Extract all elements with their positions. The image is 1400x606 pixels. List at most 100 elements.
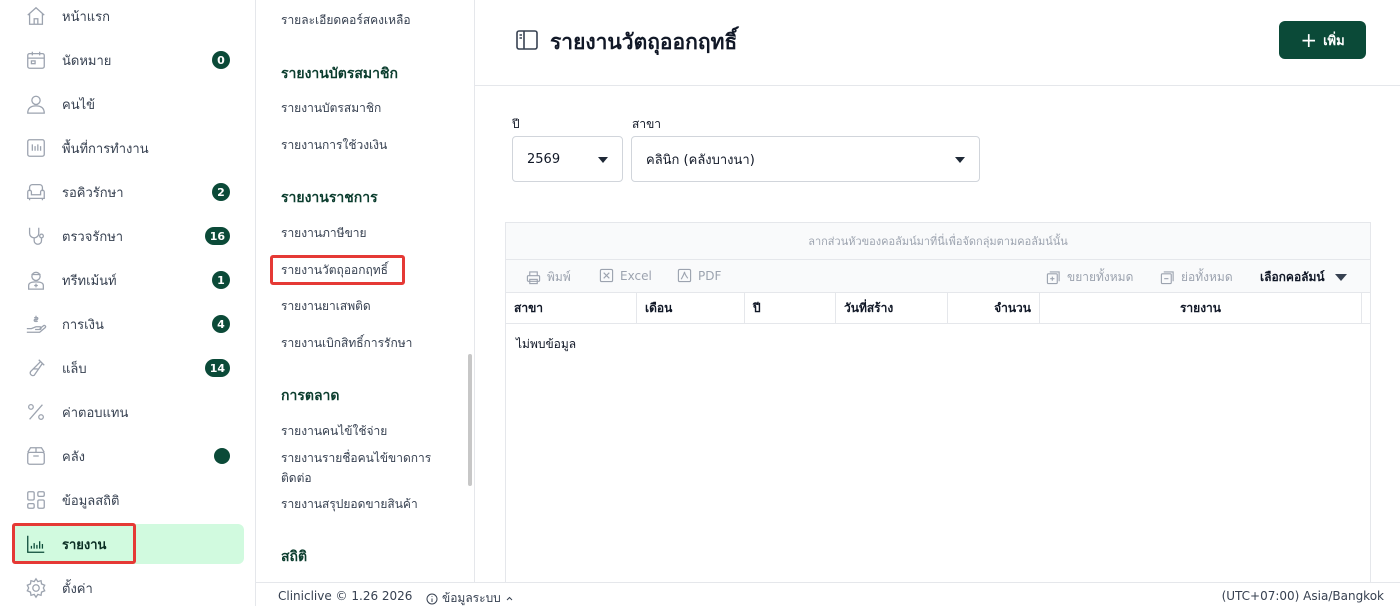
sidebar: หน้าแรก นัดหมาย 0 คนไข้ พื้นที่การทำงาน …: [0, 0, 256, 606]
branch-label: สาขา: [632, 117, 662, 131]
report-submenu: รายละเอียดคอร์สคงเหลือ รายงานบัตรสมาชิก …: [256, 0, 475, 582]
excel-export-button[interactable]: Excel: [599, 268, 652, 283]
page-header: รายงานวัตถุออกฤทธิ์ + เพิ่ม: [475, 0, 1400, 86]
group-drop-panel[interactable]: ลากส่วนหัวของคอลัมน์มาที่นี่เพื่อจัดกลุ่…: [506, 223, 1370, 260]
caret-down-icon: [1334, 274, 1347, 281]
submenu-section-title: สถิติ: [281, 549, 308, 565]
submenu-section-title: รายงานราชการ: [281, 190, 378, 206]
inventory-status-dot: [214, 448, 230, 464]
excel-label: Excel: [620, 268, 652, 283]
chevron-up-icon: [506, 596, 513, 601]
submenu-link-patient-spending[interactable]: รายงานคนไข้ใช้จ่าย: [281, 421, 456, 441]
submenu-link-credit-usage[interactable]: รายงานการใช้วงเงิน: [281, 135, 456, 155]
book-icon: [515, 29, 539, 51]
branch-value: คลินิก (คลังบางนา): [646, 152, 755, 168]
column-created-date[interactable]: วันที่สร้าง: [836, 293, 948, 323]
sidebar-item-inventory[interactable]: คลัง: [12, 436, 244, 476]
sidebar-item-appointments[interactable]: นัดหมาย 0: [12, 40, 244, 80]
group-hint: ลากส่วนหัวของคอลัมน์มาที่นี่เพื่อจัดกลุ่…: [808, 235, 1068, 248]
system-info-label: ข้อมูลระบบ: [442, 591, 501, 605]
sidebar-item-label: พื้นที่การทำงาน: [62, 141, 149, 157]
sidebar-item-reports[interactable]: รายงาน: [12, 524, 244, 564]
collapse-all-label: ย่อทั้งหมด: [1181, 270, 1233, 284]
sidebar-item-lab[interactable]: แล็บ 14: [12, 348, 244, 388]
workspace-icon: [12, 137, 60, 159]
sidebar-item-label: รายงาน: [62, 537, 107, 553]
column-quantity[interactable]: จำนวน: [948, 293, 1040, 323]
submenu-section-title: การตลาด: [281, 388, 340, 404]
pdf-icon: [677, 268, 692, 283]
collapse-icon: [1160, 271, 1174, 285]
sidebar-item-settings[interactable]: ตั้งค่า: [12, 568, 244, 606]
box-icon: [12, 445, 60, 467]
choose-columns-label: เลือกคอลัมน์: [1260, 270, 1325, 284]
collapse-all-button[interactable]: ย่อทั้งหมด: [1160, 268, 1233, 287]
main-content: รายงานวัตถุออกฤทธิ์ + เพิ่ม ปี 2569 สาขา…: [475, 0, 1400, 582]
column-branch[interactable]: สาขา: [506, 293, 637, 323]
sidebar-item-workspace[interactable]: พื้นที่การทำงาน: [12, 128, 244, 168]
empty-state-text: ไม่พบข้อมูล: [516, 337, 577, 351]
column-report[interactable]: รายงาน: [1040, 293, 1362, 323]
sidebar-item-label: ตั้งค่า: [62, 581, 93, 597]
add-button[interactable]: + เพิ่ม: [1279, 21, 1366, 59]
print-button[interactable]: พิมพ์: [526, 268, 571, 287]
percent-icon: [12, 401, 60, 423]
footer: Cliniclive © 1.26 2026 ข้อมูลระบบ (UTC+0…: [256, 582, 1400, 606]
submenu-link-membership[interactable]: รายงานบัตรสมาชิก: [281, 98, 456, 118]
sidebar-item-waiting-queue[interactable]: รอคิวรักษา 2: [12, 172, 244, 212]
sidebar-item-patients[interactable]: คนไข้: [12, 84, 244, 124]
report-chart-icon: [12, 533, 60, 555]
gear-icon: [12, 577, 60, 599]
user-icon: [12, 93, 60, 115]
timezone-text: (UTC+07:00) Asia/Bangkok: [1221, 589, 1384, 603]
money-hand-icon: [12, 313, 60, 335]
year-value: 2569: [527, 151, 561, 167]
finance-badge: 4: [212, 315, 230, 333]
system-info-link[interactable]: ข้อมูลระบบ: [426, 589, 514, 606]
sidebar-item-label: คนไข้: [62, 97, 96, 113]
grid-column-header: สาขา เดือน ปี วันที่สร้าง จำนวน รายงาน: [506, 293, 1370, 324]
sidebar-item-finance[interactable]: การเงิน 4: [12, 304, 244, 344]
column-year[interactable]: ปี: [745, 293, 836, 323]
examination-badge: 16: [204, 227, 230, 245]
year-label: ปี: [512, 117, 520, 131]
submenu-link-lost-contact[interactable]: รายงานรายชื่อคนไข้ขาดการติดต่อ: [281, 448, 456, 488]
submenu-link-narcotics[interactable]: รายงานยาเสพติด: [281, 296, 456, 316]
expand-all-button[interactable]: ขยายทั้งหมด: [1046, 268, 1133, 287]
expand-all-label: ขยายทั้งหมด: [1067, 270, 1134, 284]
expand-icon: [1046, 271, 1060, 285]
stethoscope-icon: [12, 225, 60, 247]
sidebar-item-compensation[interactable]: ค่าตอบแทน: [12, 392, 244, 432]
sidebar-item-label: ข้อมูลสถิติ: [62, 493, 120, 509]
column-month[interactable]: เดือน: [637, 293, 745, 323]
page-title: รายงานวัตถุออกฤทธิ์: [550, 30, 738, 54]
year-select[interactable]: 2569: [512, 136, 623, 182]
sidebar-item-home[interactable]: หน้าแรก: [12, 0, 244, 36]
sidebar-item-treatment[interactable]: ทรีทเม้นท์ 1: [12, 260, 244, 300]
submenu-link-remaining-courses[interactable]: รายละเอียดคอร์สคงเหลือ: [281, 10, 456, 30]
dashboard-icon: [12, 489, 60, 511]
submenu-link-treatment-claims[interactable]: รายงานเบิกสิทธิ์การรักษา: [281, 333, 456, 353]
submenu-section-title: รายงานบัตรสมาชิก: [281, 66, 398, 82]
pdf-export-button[interactable]: PDF: [677, 268, 721, 283]
submenu-link-product-sales[interactable]: รายงานสรุปยอดขายสินค้า: [281, 494, 456, 514]
pdf-label: PDF: [698, 268, 722, 283]
info-icon: [426, 593, 438, 604]
sidebar-item-examination[interactable]: ตรวจรักษา 16: [12, 216, 244, 256]
submenu-link-psychotropic[interactable]: รายงานวัตถุออกฤทธิ์: [281, 260, 456, 280]
submenu-scrollbar[interactable]: [468, 354, 472, 486]
grid-toolbar: พิมพ์ Excel PDF ขยายทั้งหมด ย่อทั้งหมด เ…: [506, 260, 1370, 293]
treatment-badge: 1: [212, 271, 230, 289]
sofa-icon: [12, 181, 60, 203]
treatment-icon: [12, 269, 60, 291]
choose-columns-button[interactable]: เลือกคอลัมน์: [1260, 268, 1347, 287]
report-grid: ลากส่วนหัวของคอลัมน์มาที่นี่เพื่อจัดกลุ่…: [505, 222, 1371, 582]
test-tube-icon: [12, 357, 60, 379]
copyright-text: Cliniclive © 1.26 2026: [278, 589, 413, 603]
sidebar-item-statistics[interactable]: ข้อมูลสถิติ: [12, 480, 244, 520]
print-label: พิมพ์: [547, 270, 571, 284]
submenu-link-sales-tax[interactable]: รายงานภาษีขาย: [281, 223, 456, 243]
appointments-badge: 0: [212, 51, 230, 69]
home-icon: [12, 5, 60, 27]
branch-select[interactable]: คลินิก (คลังบางนา): [631, 136, 980, 182]
